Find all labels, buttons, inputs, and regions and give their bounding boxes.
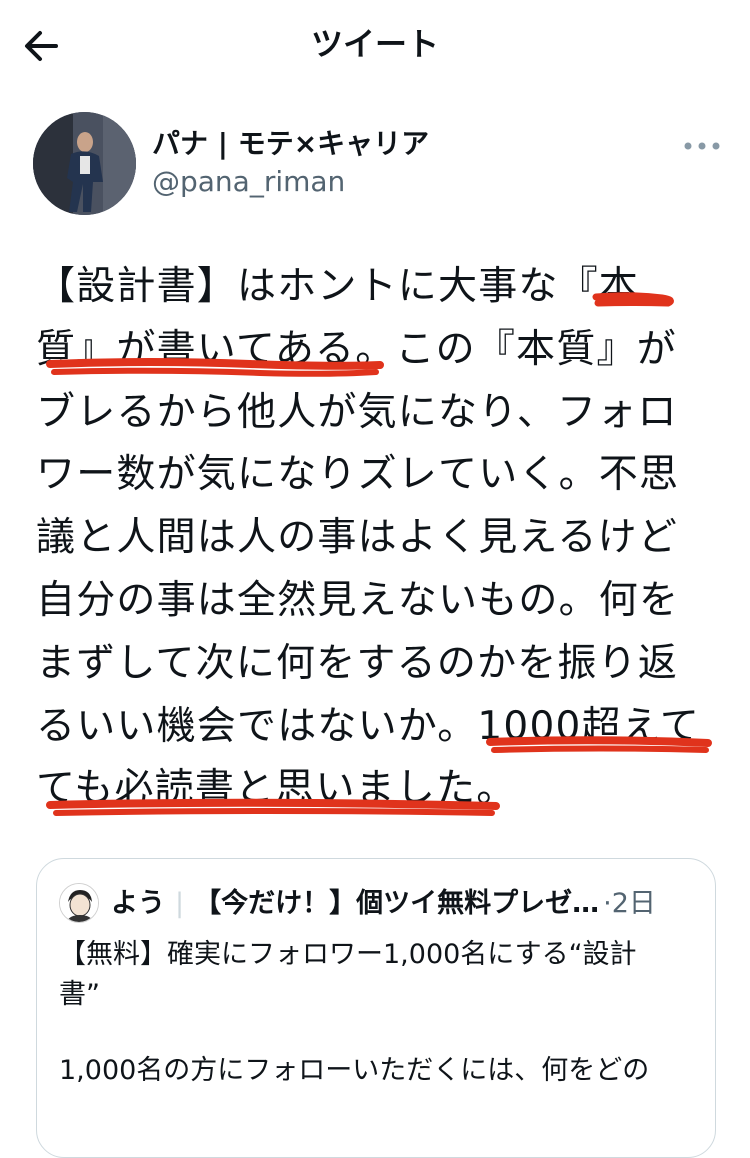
- author-name[interactable]: パナ | モテ×キャリア: [152, 124, 429, 164]
- more-dots-icon: [684, 142, 720, 150]
- avatar-photo: [33, 112, 136, 215]
- tweet-line: 【設計書】はホントに大事な『本: [36, 264, 640, 309]
- tweet-line: ワー数が気になりズレていく。不思: [36, 452, 680, 498]
- page-title: ツイート: [310, 25, 439, 63]
- quote-text-line: 1,000名の方にフォローいただくには、何をどの: [59, 1055, 650, 1086]
- quote-author-bio: 【今だけ！】個ツイ無料プレゼ…: [194, 888, 600, 919]
- tweet-line: まずして次に何をするのかを振り返: [36, 640, 679, 686]
- tweet-line: 質』が書いてある。この『本質』が: [36, 326, 677, 372]
- quoted-tweet-card[interactable]: よう | 【今だけ！】個ツイ無料プレゼ… ·2日 【無料】確実にフォロワー1,000名…: [36, 858, 716, 1158]
- author-handle[interactable]: @pana_riman: [152, 162, 345, 202]
- quote-separator: |: [175, 888, 185, 919]
- more-options-button[interactable]: [680, 136, 724, 156]
- quote-header: よう | 【今だけ！】個ツイ無料プレゼ… ·2日: [111, 883, 701, 925]
- top-bar: ツイート: [0, 0, 750, 88]
- tweet-line: ても必読書と思いました。: [36, 766, 517, 812]
- quote-dot: ·: [603, 888, 612, 919]
- quote-title-line: 【無料】確実にフォロワー1,000名にする“設計: [59, 939, 637, 970]
- tweet-line: るいい機会ではないか。1000超えて: [36, 703, 701, 749]
- author-avatar[interactable]: [33, 112, 136, 215]
- quote-date: 2日: [611, 888, 656, 919]
- tweet-line: ブレるから他人が気になり、フォロ: [36, 389, 678, 435]
- tweet-line: 議と人間は人の事はよく見えるけど: [36, 515, 679, 561]
- tweet-text: 【設計書】はホントに大事な『本 質』が書いてある。この『本質』が ブレるから他人…: [36, 256, 722, 816]
- tweet-line: 自分の事は全然見えないもの。何を: [36, 577, 680, 623]
- quote-author-avatar: [59, 883, 99, 923]
- avatar-illustration: [60, 884, 98, 922]
- quote-title-line: 書”: [59, 979, 100, 1010]
- quote-author-name: よう: [111, 888, 165, 919]
